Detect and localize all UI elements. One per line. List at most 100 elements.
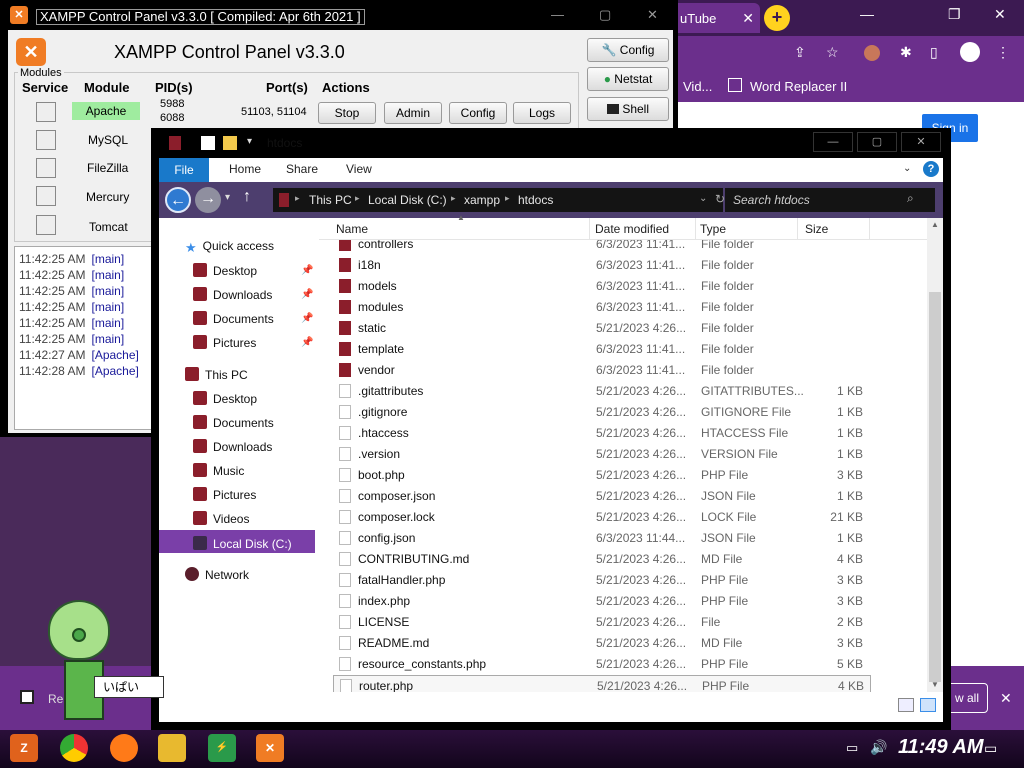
- tab-view[interactable]: View: [346, 162, 372, 176]
- file-row[interactable]: resource_constants.php 5/21/2023 4:26... P…: [333, 654, 871, 675]
- properties-icon[interactable]: [201, 136, 215, 150]
- sidepanel-icon[interactable]: ▯: [930, 44, 938, 61]
- tab-home[interactable]: Home: [229, 162, 261, 176]
- volume-icon[interactable]: 🔊: [870, 739, 887, 756]
- file-row[interactable]: composer.lock 5/21/2023 4:26... LOCK File 2…: [333, 507, 871, 528]
- scrollbar-thumb[interactable]: [929, 292, 941, 682]
- refresh-icon[interactable]: ↻: [715, 192, 725, 206]
- service-checkbox[interactable]: [36, 215, 56, 235]
- account-icon[interactable]: [960, 42, 980, 62]
- forward-button[interactable]: →: [195, 187, 221, 213]
- minimize-icon[interactable]: —: [548, 8, 567, 22]
- column-type[interactable]: Type: [700, 222, 726, 236]
- folder-row[interactable]: static 5/21/2023 4:26... File folder: [333, 318, 871, 339]
- stop-button[interactable]: Stop: [318, 102, 376, 124]
- shell-button[interactable]: Shell: [587, 97, 669, 121]
- vertical-scrollbar[interactable]: ▲ ▼: [927, 218, 943, 692]
- file-type: PHP File: [701, 573, 749, 587]
- bookmark-star-icon[interactable]: ☆: [826, 44, 839, 61]
- file-row[interactable]: README.md 5/21/2023 4:26... MD File 3 KB: [333, 633, 871, 654]
- folder-row[interactable]: i18n 6/3/2023 11:41... File folder: [333, 255, 871, 276]
- service-checkbox[interactable]: [36, 102, 56, 122]
- folder-row[interactable]: template 6/3/2023 11:41... File folder: [333, 339, 871, 360]
- search-box[interactable]: Search htdocs ⌕: [725, 188, 935, 212]
- network-tray-icon[interactable]: ▭: [846, 740, 858, 756]
- chrome-icon[interactable]: [60, 734, 88, 762]
- config-side-button[interactable]: 🔧 Config: [587, 38, 669, 62]
- new-folder-icon[interactable]: [223, 136, 237, 150]
- service-checkbox[interactable]: [36, 130, 56, 150]
- column-date[interactable]: Date modified: [595, 222, 669, 236]
- scroll-up-icon[interactable]: ▲: [931, 220, 939, 229]
- menu-icon[interactable]: ⋮: [996, 44, 1010, 61]
- folder-app-icon: [169, 136, 181, 150]
- column-name[interactable]: Name: [336, 222, 368, 236]
- file-explorer-icon[interactable]: [158, 734, 186, 762]
- folder-row[interactable]: vendor 6/3/2023 11:41... File folder: [333, 360, 871, 381]
- back-button[interactable]: ←: [165, 187, 191, 213]
- ribbon-expand-icon[interactable]: ⌄: [903, 163, 911, 174]
- folder-row[interactable]: controllers 6/3/2023 11:41... File folder: [333, 240, 871, 255]
- maximize-icon[interactable]: ▢: [857, 132, 897, 152]
- bookmark-item[interactable]: Vid...: [683, 79, 712, 94]
- profile-avatar[interactable]: [864, 45, 880, 61]
- qat-dropdown-icon[interactable]: ▾: [247, 136, 252, 147]
- breadcrumb-item[interactable]: Local Disk (C:): [368, 193, 447, 207]
- file-row[interactable]: .htaccess 5/21/2023 4:26... HTACCESS File 1…: [333, 423, 871, 444]
- file-row[interactable]: CONTRIBUTING.md 5/21/2023 4:26... MD File 4…: [333, 549, 871, 570]
- banner-close-icon[interactable]: ✕: [1000, 690, 1012, 707]
- config-button[interactable]: Config: [449, 102, 507, 124]
- service-checkbox[interactable]: [36, 158, 56, 178]
- browser-tab[interactable]: uTube ✕: [670, 3, 760, 33]
- folder-row[interactable]: modules 6/3/2023 11:41... File folder: [333, 297, 871, 318]
- recent-dropdown-icon[interactable]: ▾: [225, 192, 230, 203]
- notifications-icon[interactable]: ▭: [984, 740, 997, 757]
- breadcrumb[interactable]: ▸ This PC ▸ Local Disk (C:) ▸ xampp ▸ ht…: [273, 188, 725, 212]
- column-size[interactable]: Size: [805, 222, 828, 236]
- close-icon[interactable]: ✕: [901, 132, 941, 152]
- start-button[interactable]: Z: [10, 734, 38, 762]
- maximize-icon[interactable]: ▢: [596, 8, 614, 22]
- details-view-icon[interactable]: [898, 698, 914, 712]
- logs-button[interactable]: Logs: [513, 102, 571, 124]
- tab-file[interactable]: File: [159, 158, 209, 182]
- scroll-down-icon[interactable]: ▼: [931, 680, 939, 689]
- file-row[interactable]: .gitignore 5/21/2023 4:26... GITIGNORE Fil…: [333, 402, 871, 423]
- bookmark-item[interactable]: Word Replacer II: [750, 79, 847, 94]
- address-dropdown-icon[interactable]: ⌄: [699, 193, 707, 204]
- folder-row[interactable]: models 6/3/2023 11:41... File folder: [333, 276, 871, 297]
- file-row[interactable]: LICENSE 5/21/2023 4:26... File 2 KB: [333, 612, 871, 633]
- file-row[interactable]: .gitattributes 5/21/2023 4:26... GITATTRIB…: [333, 381, 871, 402]
- new-tab-button[interactable]: +: [764, 5, 790, 31]
- restore-icon[interactable]: ❐: [948, 6, 961, 23]
- file-row[interactable]: boot.php 5/21/2023 4:26... PHP File 3 KB: [333, 465, 871, 486]
- firefox-icon[interactable]: [110, 734, 138, 762]
- large-icons-view-icon[interactable]: [920, 698, 936, 712]
- up-button[interactable]: ↑: [243, 188, 251, 206]
- minimize-icon[interactable]: —: [860, 6, 874, 22]
- netstat-button[interactable]: ● Netstat: [587, 67, 669, 91]
- share-icon[interactable]: ⇪: [794, 44, 806, 61]
- admin-button[interactable]: Admin: [384, 102, 442, 124]
- file-row[interactable]: .version 5/21/2023 4:26... VERSION File 1 K…: [333, 444, 871, 465]
- breadcrumb-item[interactable]: xampp: [464, 193, 500, 207]
- close-icon[interactable]: ✕: [994, 6, 1006, 23]
- close-tab-icon[interactable]: ✕: [742, 10, 754, 27]
- file-row[interactable]: config.json 6/3/2023 11:44... JSON File 1 K…: [333, 528, 871, 549]
- clock[interactable]: 11:49 AM: [898, 736, 984, 759]
- breadcrumb-item[interactable]: This PC: [309, 193, 352, 207]
- breadcrumb-item[interactable]: htdocs: [518, 193, 553, 207]
- file-row[interactable]: index.php 5/21/2023 4:26... PHP File 3 KB: [333, 591, 871, 612]
- service-checkbox[interactable]: [36, 186, 56, 206]
- app-icon[interactable]: ⚡: [208, 734, 236, 762]
- close-icon[interactable]: ✕: [644, 8, 661, 22]
- minimize-icon[interactable]: —: [813, 132, 853, 152]
- file-row[interactable]: fatalHandler.php 5/21/2023 4:26... PHP Fil…: [333, 570, 871, 591]
- file-row[interactable]: composer.json 5/21/2023 4:26... JSON File 1…: [333, 486, 871, 507]
- tab-share[interactable]: Share: [286, 162, 318, 176]
- xampp-taskbar-icon[interactable]: ✕: [256, 734, 284, 762]
- file-row[interactable]: router.php 5/21/2023 4:26... PHP File 4 KB: [333, 675, 871, 692]
- extensions-icon[interactable]: ✱: [900, 44, 912, 61]
- help-icon[interactable]: ?: [923, 161, 939, 177]
- show-all-button[interactable]: w all: [946, 683, 988, 713]
